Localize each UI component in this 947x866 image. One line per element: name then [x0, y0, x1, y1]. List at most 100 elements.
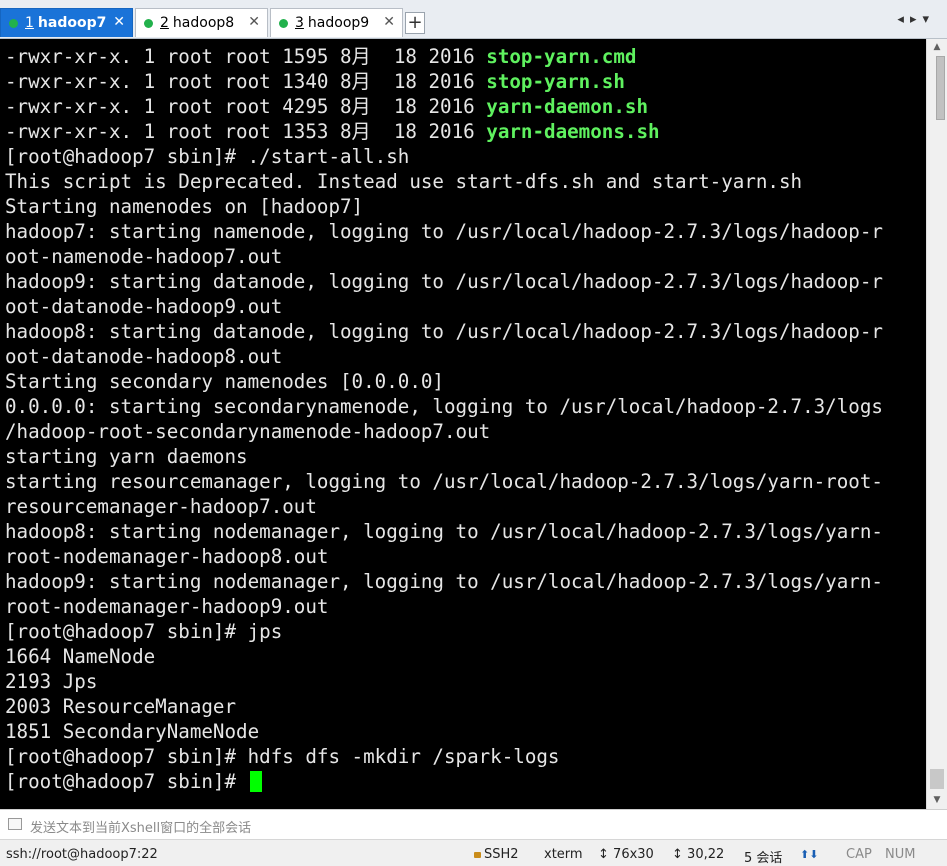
- terminal-line-text: /hadoop-root-secondarynamenode-hadoop7.o…: [5, 420, 491, 443]
- terminal-line: hadoop8: starting nodemanager, logging t…: [5, 519, 883, 544]
- terminal-line-text: oot-datanode-hadoop8.out: [5, 345, 283, 368]
- scroll-up-icon[interactable]: ▲: [927, 39, 947, 56]
- terminal-line: hadoop9: starting nodemanager, logging t…: [5, 569, 883, 594]
- num-lock-indicator: NUM: [885, 847, 916, 862]
- tab-label: hadoop7: [37, 15, 107, 31]
- terminal-line: Starting secondary namenodes [0.0.0.0]: [5, 369, 883, 394]
- terminal-output[interactable]: -rwxr-xr-x. 1 root root 1595 8月 18 2016 …: [0, 39, 926, 809]
- close-tab-icon[interactable]: ✕: [248, 14, 260, 30]
- terminal-line-text: root-nodemanager-hadoop9.out: [5, 595, 329, 618]
- terminal-line-text: Starting namenodes on [hadoop7]: [5, 195, 364, 218]
- terminal-line-text: [root@hadoop7 sbin]# hdfs dfs -mkdir /sp…: [5, 745, 560, 768]
- tab-number: 2: [160, 15, 169, 31]
- terminal-line-text: [root@hadoop7 sbin]#: [5, 770, 248, 793]
- terminal-line-text: hadoop7: starting namenode, logging to /…: [5, 220, 883, 243]
- terminal-line-text: [root@hadoop7 sbin]# jps: [5, 620, 283, 643]
- connected-status-icon: [9, 18, 18, 28]
- terminal-line-text: [root@hadoop7 sbin]# ./start-all.sh: [5, 145, 410, 168]
- terminal-line: root-nodemanager-hadoop9.out: [5, 594, 883, 619]
- protocol-label: SSH2: [484, 847, 519, 862]
- tab-label: hadoop9: [307, 15, 370, 31]
- new-tab-button[interactable]: +: [405, 12, 425, 34]
- connected-status-icon: [144, 18, 153, 28]
- terminal-line-text: Starting secondary namenodes [0.0.0.0]: [5, 370, 444, 393]
- terminal-line-text: -rwxr-xr-x. 1 root root 1595 8月 18 2016: [5, 45, 487, 68]
- session-count: 5 会话: [744, 851, 783, 866]
- terminal-line-text: hadoop9: starting datanode, logging to /…: [5, 270, 883, 293]
- terminal-line: root-nodemanager-hadoop8.out: [5, 544, 883, 569]
- terminal-line-text: root-nodemanager-hadoop8.out: [5, 545, 329, 568]
- scrollbar-thumb[interactable]: [936, 56, 945, 120]
- tab-hadoop8[interactable]: 2 hadoop8 ✕: [135, 8, 268, 37]
- terminal-line-text: hadoop8: starting datanode, logging to /…: [5, 320, 883, 343]
- terminal-line-text: oot-datanode-hadoop9.out: [5, 295, 283, 318]
- terminal-line-text: 1851 SecondaryNameNode: [5, 720, 260, 743]
- terminal-line: 1664 NameNode: [5, 644, 883, 669]
- terminal-line: hadoop8: starting datanode, logging to /…: [5, 319, 883, 344]
- terminal-line-text: -rwxr-xr-x. 1 root root 1353 8月 18 2016: [5, 120, 487, 143]
- cursor-icon: ↕: [672, 847, 683, 862]
- connection-address: ssh://root@hadoop7:22: [6, 847, 158, 862]
- terminal-type: xterm: [544, 847, 583, 862]
- terminal-line-text: 2003 ResourceManager: [5, 695, 237, 718]
- executable-filename: stop-yarn.sh: [486, 70, 625, 93]
- terminal-line: [root@hadoop7 sbin]# jps: [5, 619, 883, 644]
- cursor-position: ↕ 30,22: [672, 847, 724, 862]
- terminal-line: -rwxr-xr-x. 1 root root 4295 8月 18 2016 …: [5, 94, 883, 119]
- terminal-line: starting resourcemanager, logging to /us…: [5, 469, 883, 494]
- terminal-line: [root@hadoop7 sbin]# ./start-all.sh: [5, 144, 883, 169]
- close-tab-icon[interactable]: ✕: [383, 14, 395, 30]
- terminal-line: oot-datanode-hadoop9.out: [5, 294, 883, 319]
- transfer-arrows-icon: ⬆⬇: [800, 848, 819, 861]
- terminal-line: /hadoop-root-secondarynamenode-hadoop7.o…: [5, 419, 883, 444]
- compose-input[interactable]: 发送文本到当前Xshell窗口的全部会话: [30, 817, 251, 836]
- executable-filename: stop-yarn.cmd: [486, 45, 637, 68]
- terminal-scrollbar[interactable]: ▲ ▼: [926, 39, 947, 809]
- terminal-line: -rwxr-xr-x. 1 root root 1353 8月 18 2016 …: [5, 119, 883, 144]
- terminal-size-label: 76x30: [613, 847, 654, 862]
- executable-filename: yarn-daemons.sh: [486, 120, 660, 143]
- terminal-line: 0.0.0.0: starting secondarynamenode, log…: [5, 394, 883, 419]
- tab-number: 1: [25, 15, 34, 31]
- terminal-line: Starting namenodes on [hadoop7]: [5, 194, 883, 219]
- tab-label: hadoop8: [172, 15, 235, 31]
- terminal-line: 2003 ResourceManager: [5, 694, 883, 719]
- terminal-line: 1851 SecondaryNameNode: [5, 719, 883, 744]
- terminal-line: hadoop7: starting namenode, logging to /…: [5, 219, 883, 244]
- status-bar: ssh://root@hadoop7:22 SSH2 xterm ↕ 76x30…: [0, 839, 947, 866]
- terminal-line: starting yarn daemons: [5, 444, 883, 469]
- tab-bar: 1 hadoop7 ✕ 2 hadoop8 ✕ 3 hadoop9 ✕ + ◂▸…: [0, 0, 947, 39]
- terminal-line-text: resourcemanager-hadoop7.out: [5, 495, 317, 518]
- tab-hadoop7[interactable]: 1 hadoop7 ✕: [0, 8, 133, 37]
- terminal-line: 2193 Jps: [5, 669, 883, 694]
- protocol-indicator: SSH2: [474, 847, 519, 862]
- connected-status-icon: [279, 18, 288, 28]
- cursor-position-label: 30,22: [687, 847, 725, 862]
- close-tab-icon[interactable]: ✕: [113, 14, 125, 30]
- terminal-line: resourcemanager-hadoop7.out: [5, 494, 883, 519]
- terminal-line: oot-namenode-hadoop7.out: [5, 244, 883, 269]
- terminal-line: This script is Deprecated. Instead use s…: [5, 169, 883, 194]
- terminal-line-text: 1664 NameNode: [5, 645, 156, 668]
- terminal-lines: -rwxr-xr-x. 1 root root 1595 8月 18 2016 …: [5, 44, 883, 794]
- scroll-down-icon[interactable]: ▼: [927, 792, 947, 809]
- scrollbar-position-marker[interactable]: [930, 769, 944, 789]
- tab-hadoop9[interactable]: 3 hadoop9 ✕: [270, 8, 403, 37]
- terminal-line-text: starting resourcemanager, logging to /us…: [5, 470, 883, 493]
- terminal-line-text: 2193 Jps: [5, 670, 98, 693]
- terminal-line: [root@hadoop7 sbin]# hdfs dfs -mkdir /sp…: [5, 744, 883, 769]
- terminal-line: -rwxr-xr-x. 1 root root 1340 8月 18 2016 …: [5, 69, 883, 94]
- terminal-line-text: starting yarn daemons: [5, 445, 248, 468]
- caps-lock-indicator: CAP: [846, 847, 872, 862]
- terminal-line-text: This script is Deprecated. Instead use s…: [5, 170, 803, 193]
- executable-filename: yarn-daemon.sh: [486, 95, 648, 118]
- terminal-line: -rwxr-xr-x. 1 root root 1595 8月 18 2016 …: [5, 44, 883, 69]
- terminal-line-text: -rwxr-xr-x. 1 root root 1340 8月 18 2016: [5, 70, 487, 93]
- terminal-line: oot-datanode-hadoop8.out: [5, 344, 883, 369]
- terminal-cursor: [249, 771, 262, 792]
- tab-navigation-arrows-icon[interactable]: ◂▸▾: [897, 12, 935, 27]
- compose-bar[interactable]: 发送文本到当前Xshell窗口的全部会话: [0, 809, 947, 839]
- compose-icon[interactable]: [8, 818, 22, 830]
- terminal-line: hadoop9: starting datanode, logging to /…: [5, 269, 883, 294]
- terminal-line-text: oot-namenode-hadoop7.out: [5, 245, 283, 268]
